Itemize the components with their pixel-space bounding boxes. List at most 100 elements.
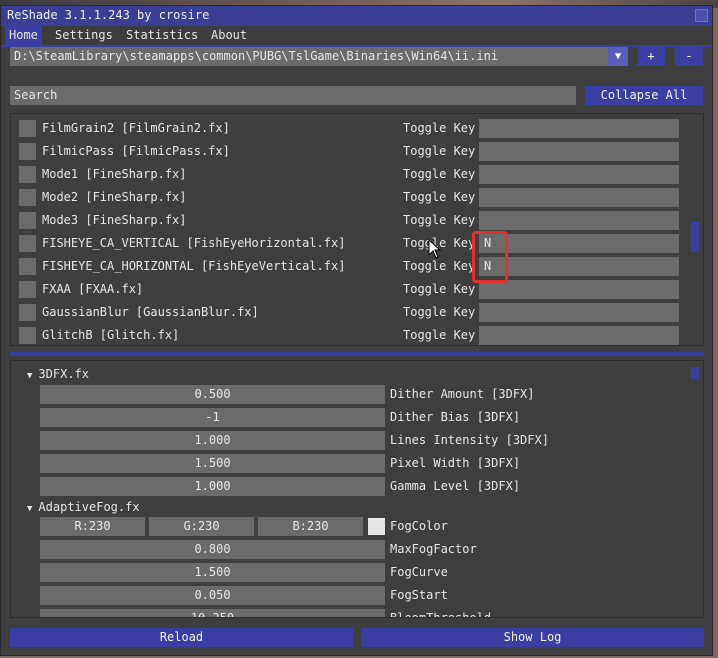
technique-row: FXAA [FXAA.fx] Toggle Key bbox=[11, 279, 691, 302]
technique-name: FilmicPass [FilmicPass.fx] bbox=[42, 144, 230, 158]
param-label: Gamma Level [3DFX] bbox=[390, 479, 521, 493]
max-fog-factor-slider[interactable]: 0.800 bbox=[40, 540, 385, 559]
collapse-all-button[interactable]: Collapse All bbox=[585, 86, 703, 105]
search-input[interactable]: Search bbox=[10, 86, 576, 105]
param-label: MaxFogFactor bbox=[390, 542, 477, 556]
section-title: 3DFX.fx bbox=[38, 367, 89, 381]
fog-color-blue[interactable]: B:230 bbox=[258, 517, 363, 536]
param-label: BloomThreshold bbox=[390, 611, 492, 618]
param-label: FogStart bbox=[390, 588, 448, 602]
technique-checkbox[interactable] bbox=[19, 143, 36, 160]
technique-list: FilmGrain2 [FilmGrain2.fx] Toggle Key Fi… bbox=[10, 113, 704, 346]
technique-checkbox[interactable] bbox=[19, 189, 36, 206]
expand-arrow-icon: ▼ bbox=[27, 371, 33, 381]
menu-settings[interactable]: Settings bbox=[51, 26, 117, 45]
toggle-key-field[interactable] bbox=[479, 211, 679, 230]
mouse-cursor-icon bbox=[428, 239, 442, 259]
toggle-key-field[interactable] bbox=[479, 303, 679, 322]
toggle-key-field[interactable]: N bbox=[479, 234, 679, 253]
parameter-panel-scrollbar[interactable] bbox=[691, 367, 699, 379]
toggle-key-label: Toggle Key bbox=[403, 282, 476, 296]
menu-statistics[interactable]: Statistics bbox=[122, 26, 202, 45]
param-label: FogCurve bbox=[390, 565, 448, 579]
preset-path-select[interactable]: D:\SteamLibrary\steamapps\common\PUBG\Ts… bbox=[10, 47, 608, 66]
technique-checkbox[interactable] bbox=[19, 258, 36, 275]
technique-name: FISHEYE_CA_HORIZONTAL [FishEyeVertical.f… bbox=[42, 259, 346, 273]
technique-row: GaussianBlur [GaussianBlur.fx] Toggle Ke… bbox=[11, 302, 691, 325]
toggle-key-field[interactable] bbox=[479, 280, 679, 299]
show-log-button[interactable]: Show Log bbox=[361, 628, 704, 647]
param-label: Lines Intensity [3DFX] bbox=[390, 433, 549, 447]
panel-splitter[interactable] bbox=[10, 352, 704, 356]
fog-color-green[interactable]: G:230 bbox=[149, 517, 254, 536]
technique-row: Mode3 [FineSharp.fx] Toggle Key bbox=[11, 210, 691, 233]
dither-bias-slider[interactable]: -1 bbox=[40, 408, 385, 427]
toggle-key-label: Toggle Key bbox=[403, 121, 476, 135]
technique-row: Mode1 [FineSharp.fx] Toggle Key bbox=[11, 164, 691, 187]
section-header-3dfx[interactable]: ▼ 3DFX.fx bbox=[27, 367, 89, 381]
fog-color-swatch[interactable] bbox=[368, 518, 385, 535]
menu-bar: Home Settings Statistics About bbox=[1, 26, 712, 45]
title-bar[interactable]: ReShade 3.1.1.243 by crosire bbox=[1, 6, 712, 26]
add-preset-button[interactable]: + bbox=[637, 47, 665, 66]
menu-about[interactable]: About bbox=[207, 26, 251, 45]
technique-row: FISHEYE_CA_VERTICAL [FishEyeHorizontal.f… bbox=[11, 233, 691, 256]
technique-name: Mode2 [FineSharp.fx] bbox=[42, 190, 187, 204]
technique-name: Mode1 [FineSharp.fx] bbox=[42, 167, 187, 181]
chevron-down-icon[interactable]: ▼ bbox=[608, 47, 628, 66]
technique-row: Mode2 [FineSharp.fx] Toggle Key bbox=[11, 187, 691, 210]
toggle-key-field[interactable] bbox=[479, 326, 679, 345]
reload-button[interactable]: Reload bbox=[10, 628, 353, 647]
technique-name: Mode3 [FineSharp.fx] bbox=[42, 213, 187, 227]
technique-row: FilmicPass [FilmicPass.fx] Toggle Key bbox=[11, 141, 691, 164]
section-header-adaptivefog[interactable]: ▼ AdaptiveFog.fx bbox=[27, 500, 140, 514]
fog-start-slider[interactable]: 0.050 bbox=[40, 586, 385, 605]
technique-checkbox[interactable] bbox=[19, 304, 36, 321]
toggle-key-label: Toggle Key bbox=[403, 259, 476, 273]
toggle-key-label: Toggle Key bbox=[403, 328, 476, 342]
technique-row: GlitchB [Glitch.fx] Toggle Key bbox=[11, 325, 691, 345]
toggle-key-label: Toggle Key bbox=[403, 213, 476, 227]
technique-checkbox[interactable] bbox=[19, 212, 36, 229]
technique-name: GlitchB [Glitch.fx] bbox=[42, 328, 180, 342]
technique-name: GaussianBlur [GaussianBlur.fx] bbox=[42, 305, 259, 319]
technique-checkbox[interactable] bbox=[19, 235, 36, 252]
lines-intensity-slider[interactable]: 1.000 bbox=[40, 431, 385, 450]
param-label: Pixel Width [3DFX] bbox=[390, 456, 521, 470]
dither-amount-slider[interactable]: 0.500 bbox=[40, 385, 385, 404]
bloom-threshold-slider[interactable]: 10.250 bbox=[40, 609, 385, 617]
technique-checkbox[interactable] bbox=[19, 120, 36, 137]
toggle-key-field[interactable]: N bbox=[479, 257, 679, 276]
toggle-key-label: Toggle Key bbox=[403, 190, 476, 204]
toggle-key-label: Toggle Key bbox=[403, 305, 476, 319]
toggle-key-label: Toggle Key bbox=[403, 144, 476, 158]
gamma-level-slider[interactable]: 1.000 bbox=[40, 477, 385, 496]
parameter-panel: ▼ 3DFX.fx 0.500 Dither Amount [3DFX] -1 D… bbox=[10, 360, 704, 618]
param-label: FogColor bbox=[390, 519, 448, 533]
menu-home[interactable]: Home bbox=[5, 26, 42, 45]
technique-name: FISHEYE_CA_VERTICAL [FishEyeHorizontal.f… bbox=[42, 236, 346, 250]
expand-arrow-icon: ▼ bbox=[27, 504, 33, 514]
technique-checkbox[interactable] bbox=[19, 166, 36, 183]
technique-list-scrollbar[interactable] bbox=[691, 222, 699, 252]
technique-name: FilmGrain2 [FilmGrain2.fx] bbox=[42, 121, 230, 135]
toggle-key-field[interactable] bbox=[479, 165, 679, 184]
window-title: ReShade 3.1.1.243 by crosire bbox=[7, 8, 210, 22]
pixel-width-slider[interactable]: 1.500 bbox=[40, 454, 385, 473]
toggle-key-field[interactable] bbox=[479, 142, 679, 161]
highlight-annotation bbox=[472, 231, 508, 283]
fog-curve-slider[interactable]: 1.500 bbox=[40, 563, 385, 582]
fog-color-red[interactable]: R:230 bbox=[40, 517, 145, 536]
toggle-key-field[interactable] bbox=[479, 119, 679, 138]
technique-checkbox[interactable] bbox=[19, 327, 36, 344]
toggle-key-field[interactable] bbox=[479, 188, 679, 207]
technique-checkbox[interactable] bbox=[19, 281, 36, 298]
remove-preset-button[interactable]: - bbox=[675, 47, 703, 66]
section-title: AdaptiveFog.fx bbox=[38, 500, 140, 514]
technique-row: FilmGrain2 [FilmGrain2.fx] Toggle Key bbox=[11, 118, 691, 141]
param-label: Dither Bias [3DFX] bbox=[390, 410, 521, 424]
close-button[interactable] bbox=[695, 9, 708, 22]
param-label: Dither Amount [3DFX] bbox=[390, 387, 535, 401]
toggle-key-label: Toggle Key bbox=[403, 167, 476, 181]
technique-name: FXAA [FXAA.fx] bbox=[42, 282, 144, 296]
